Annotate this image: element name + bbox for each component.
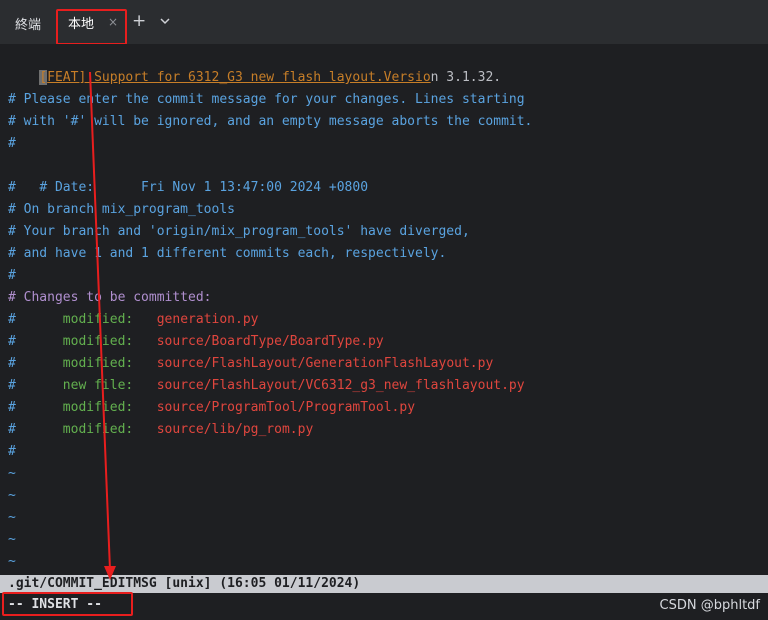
chevron-down-icon[interactable] xyxy=(159,15,171,27)
tab-local-label: 本地 xyxy=(68,16,95,32)
comment-line: # Please enter the commit message for yo… xyxy=(8,92,525,107)
empty-line-marker: ~ xyxy=(8,488,16,503)
vim-editor[interactable]: [FEAT] Support for 6312_G3 new flash lay… xyxy=(0,44,768,575)
comment-line: # xyxy=(8,136,16,151)
comment-line: # xyxy=(8,444,16,459)
empty-line-marker: ~ xyxy=(8,466,16,481)
change-row: # new file: source/FlashLayout/VC6312_g3… xyxy=(8,378,525,393)
subject-highlighted: FEAT] Support for 6312_G3 new flash layo… xyxy=(47,70,431,85)
date-prefix: # xyxy=(39,180,55,195)
comment-line: # xyxy=(8,180,16,195)
empty-line-marker: ~ xyxy=(8,510,16,525)
terminal-title: 終端 xyxy=(15,18,42,33)
change-row: # modified: generation.py xyxy=(8,312,259,327)
subject-tail: n 3.1.32. xyxy=(430,70,502,85)
changes-header: # Changes to be committed: xyxy=(8,290,212,305)
tab-bar: 終端 本地 × + xyxy=(0,0,768,45)
date-value: Date: Fri Nov 1 13:47:00 2024 +0800 xyxy=(54,180,369,195)
commit-subject-line[interactable]: [FEAT] Support for 6312_G3 new flash lay… xyxy=(8,45,501,85)
vim-statusline: .git/COMMIT_EDITMSG [unix] (16:05 01/11/… xyxy=(0,575,768,593)
change-row: # modified: source/BoardType/BoardType.p… xyxy=(8,334,384,349)
close-icon[interactable]: × xyxy=(108,15,118,29)
change-row: # modified: source/ProgramTool/ProgramTo… xyxy=(8,400,416,415)
comment-line: # with '#' will be ignored, and an empty… xyxy=(8,114,533,129)
branch-line: # xyxy=(8,268,16,283)
branch-line: # On branch mix_program_tools xyxy=(8,202,235,217)
tab-local[interactable]: 本地 × xyxy=(58,10,128,34)
empty-line-marker: ~ xyxy=(8,532,16,547)
change-row: # modified: source/FlashLayout/Generatio… xyxy=(8,356,494,371)
date-line: # Date: Fri Nov 1 13:47:00 2024 +0800 xyxy=(8,155,368,195)
branch-line: # and have 1 and 1 different commits eac… xyxy=(8,246,447,261)
cursor: [ xyxy=(39,70,48,85)
change-row: # modified: source/lib/pg_rom.py xyxy=(8,422,314,437)
vim-mode-indicator: -- INSERT -- xyxy=(8,597,102,612)
branch-line: # Your branch and 'origin/mix_program_to… xyxy=(8,224,470,239)
watermark: CSDN @bphltdf xyxy=(659,598,760,613)
empty-line-marker: ~ xyxy=(8,554,16,569)
add-tab-icon[interactable]: + xyxy=(132,11,146,31)
